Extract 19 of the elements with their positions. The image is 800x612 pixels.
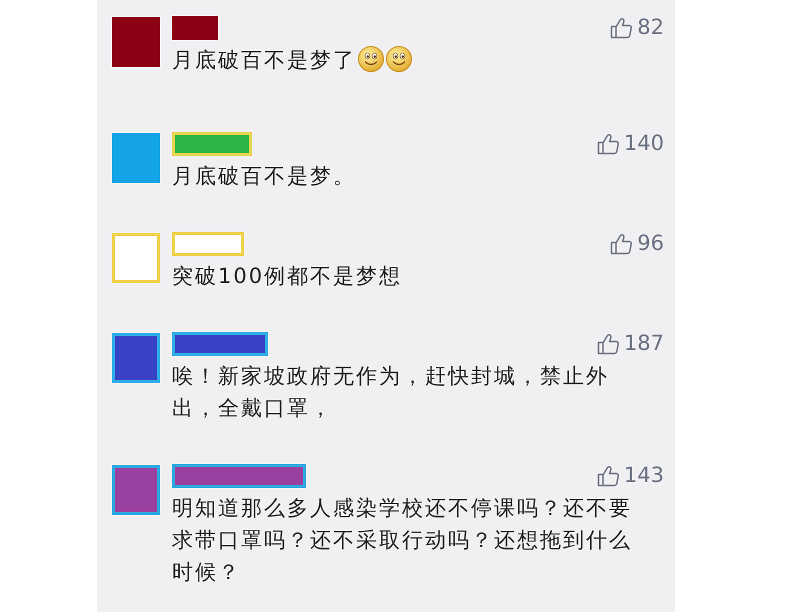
comment-text: 月底破百不是梦了 <box>172 44 638 76</box>
thumbs-up-icon[interactable] <box>596 465 620 487</box>
avatar[interactable] <box>112 465 160 515</box>
like-count: 143 <box>624 462 664 490</box>
like-count: 82 <box>637 14 664 42</box>
comment-text: 唉！新家坡政府无作为，赶快封城，禁止外出，全戴口罩， <box>172 363 610 422</box>
smiley-icon <box>358 46 384 72</box>
smiley-icon <box>386 46 412 72</box>
like-count: 140 <box>624 130 664 158</box>
like-count: 96 <box>637 230 664 258</box>
like-count: 187 <box>624 330 664 358</box>
thumbs-up-icon[interactable] <box>596 133 620 155</box>
comment-text: 突破100例都不是梦想 <box>172 263 404 290</box>
avatar[interactable] <box>112 333 160 383</box>
thumbs-up-icon[interactable] <box>610 233 634 255</box>
comment-text: 明知道那么多人感染学校还不停课吗？还不要求带口罩吗？还不采取行动吗？还想拖到什么时候？ <box>172 495 633 586</box>
comment-text: 月底破百不是梦。 <box>172 163 357 190</box>
thumbs-up-icon[interactable] <box>596 333 620 355</box>
thumbs-up-icon[interactable] <box>610 17 634 39</box>
